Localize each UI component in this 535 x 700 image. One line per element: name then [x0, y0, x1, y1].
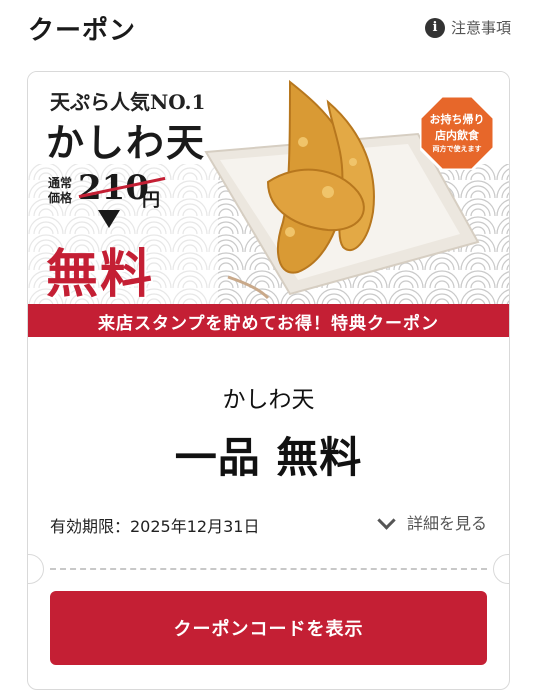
banner-strip: 来店スタンプを貯めてお得！特典クーポン	[28, 304, 509, 337]
perforation-divider	[50, 568, 487, 570]
details-toggle[interactable]: 詳細を見る	[377, 510, 487, 534]
notes-link[interactable]: i 注意事項	[424, 17, 511, 38]
ticket-notch-left	[28, 554, 44, 584]
info-icon: i	[424, 17, 445, 38]
banner-product-name: かしわ天	[46, 120, 207, 165]
coupon-offer: 一品 無料	[174, 433, 363, 482]
ticket-notch-right	[493, 554, 509, 584]
coupon-banner: 天ぷら人気NO.1 かしわ天 通常価格 210 円 無料 お持ち帰り 店内飲食 …	[28, 72, 509, 337]
coupon-expiry: 有効期限：2025年12月31日	[50, 517, 260, 536]
badge-line1: お持ち帰り	[429, 113, 485, 126]
down-arrow-icon	[98, 210, 120, 228]
banner-tagline: 天ぷら人気NO.1	[50, 90, 206, 114]
badge-line2: 店内飲食	[435, 129, 479, 142]
coupon-card: 天ぷら人気NO.1 かしわ天 通常価格 210 円 無料 お持ち帰り 店内飲食 …	[27, 71, 510, 690]
badge-line3: 両方で使えます	[432, 145, 482, 153]
notes-label: 注意事項	[450, 19, 511, 37]
show-coupon-code-button[interactable]: クーポンコードを表示	[50, 591, 487, 665]
price-unit: 円	[142, 190, 160, 211]
chevron-down-icon	[377, 510, 396, 530]
takeout-dinein-badge: お持ち帰り 店内飲食 両方で使えます	[420, 96, 494, 170]
regular-price-label: 通常価格	[48, 176, 73, 205]
coupon-item-name: かしわ天	[222, 387, 315, 413]
details-label: 詳細を見る	[406, 514, 487, 533]
header: クーポン i 注意事項	[0, 0, 535, 56]
page-title: クーポン	[28, 16, 137, 46]
banner-free-text: 無料	[46, 244, 155, 305]
